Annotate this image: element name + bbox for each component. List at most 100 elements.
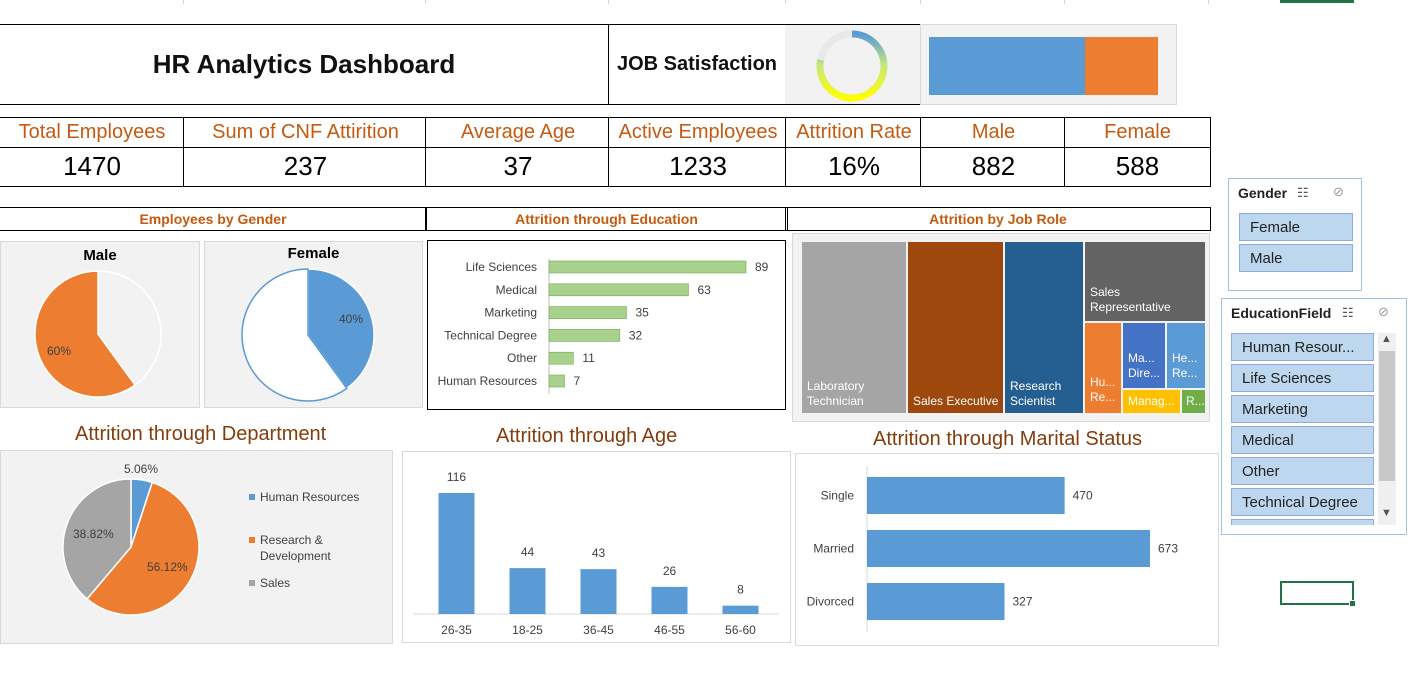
category-label: Marketing — [484, 306, 537, 320]
bar[interactable] — [548, 374, 565, 388]
bar[interactable] — [867, 477, 1065, 514]
bar[interactable] — [867, 530, 1150, 567]
category-label: Technical Degree — [444, 328, 537, 342]
slicer-item-technical-degree[interactable]: Technical Degree — [1231, 488, 1374, 516]
marital-bar-chart[interactable]: Single 470 Married 673 Divorced 327 — [795, 453, 1219, 646]
category-label: Other — [507, 351, 537, 365]
dept-label-sales: 38.82% — [73, 527, 114, 541]
data-label: 8 — [737, 583, 744, 597]
department-chart-title: Attrition through Department — [75, 423, 327, 445]
data-label: 7 — [573, 374, 580, 388]
section-employees-by-gender: Employees by Gender — [0, 207, 427, 231]
gender-slicer[interactable]: Gender ☷ ⊘ Female Male — [1228, 178, 1362, 291]
slicer-item-female[interactable]: Female — [1239, 213, 1353, 241]
bar[interactable] — [722, 605, 759, 614]
clear-filter-icon[interactable]: ⊘ — [1333, 184, 1344, 200]
education-slicer[interactable]: EducationField ☷ ⊘ Human Resour... Life … — [1221, 298, 1407, 535]
slicer-scrollbar[interactable]: ▲ ▼ — [1378, 333, 1396, 525]
kpi-total-employees-value: 1470 — [0, 146, 184, 187]
treemap-research-scientist[interactable]: Research Scientist — [1005, 242, 1083, 413]
data-label: 470 — [1073, 489, 1093, 503]
kpi-cnf-attrition-label: Sum of CNF Attirition — [183, 117, 427, 148]
age-column-chart[interactable]: 116 26-35 44 18-25 43 36-45 26 46-55 8 56-60 — [402, 451, 791, 643]
treemap-research-director[interactable]: R... — [1182, 390, 1205, 413]
data-label: 11 — [582, 351, 595, 365]
category-label: Human Resources — [438, 374, 537, 388]
scroll-up-icon[interactable]: ▲ — [1381, 333, 1392, 345]
female-pie-chart[interactable]: Female 40% — [204, 241, 423, 408]
legend-item-sales: Sales — [249, 575, 359, 591]
data-label: 116 — [447, 470, 466, 484]
bar[interactable] — [548, 260, 747, 274]
job-satisfaction-gauge[interactable] — [785, 24, 921, 105]
kpi-female-value: 588 — [1064, 146, 1211, 187]
multi-select-icon[interactable]: ☷ — [1297, 185, 1309, 201]
treemap-laboratory-technician[interactable]: Laboratory Technician — [802, 242, 906, 413]
bar[interactable] — [867, 583, 1005, 620]
legend-item-hr: Human Resources — [249, 489, 359, 532]
bar[interactable] — [548, 329, 621, 342]
job-role-treemap[interactable]: Laboratory Technician Sales Executive Re… — [792, 233, 1210, 422]
data-label: 673 — [1158, 542, 1178, 556]
data-label: 26 — [663, 564, 677, 578]
clear-filter-icon[interactable]: ⊘ — [1378, 304, 1389, 320]
treemap-healthcare-representative[interactable]: He... Re... — [1167, 323, 1205, 388]
data-label: 327 — [1013, 595, 1033, 609]
bar[interactable] — [580, 569, 617, 614]
fill-handle[interactable] — [1349, 600, 1356, 607]
dept-legend: Human Resources Research & Development S… — [249, 489, 359, 591]
treemap-manager[interactable]: Manag... — [1123, 390, 1180, 413]
bar[interactable] — [548, 283, 689, 297]
bar-orange-segment — [1085, 37, 1158, 95]
treemap-sales-executive[interactable]: Sales Executive — [908, 242, 1003, 413]
legend-label: Human Resources — [260, 490, 360, 504]
treemap-label: Manag... — [1128, 394, 1175, 408]
slicer-item-other[interactable]: Other — [1231, 457, 1374, 485]
gender-slicer-title: Gender — [1238, 185, 1288, 201]
slicer-item-male[interactable]: Male — [1239, 244, 1353, 272]
bar-blue-segment — [929, 37, 1085, 95]
age-chart-title: Attrition through Age — [496, 425, 678, 447]
education-bar-chart[interactable]: Life Sciences 89 Medical 63 Marketing 35 Techn… — [427, 240, 786, 410]
kpi-female-label: Female — [1064, 117, 1211, 148]
category-label: 18-25 — [512, 623, 543, 637]
scroll-down-icon[interactable]: ▼ — [1381, 507, 1392, 519]
kpi-male-label: Male — [920, 117, 1066, 148]
marital-chart-title: Attrition through Marital Status — [873, 428, 1143, 450]
bar[interactable] — [438, 493, 475, 614]
bar[interactable] — [509, 568, 546, 614]
selected-cell[interactable] — [1280, 581, 1356, 607]
scroll-thumb[interactable] — [1379, 351, 1395, 481]
slicer-item-human-resources[interactable]: Human Resour... — [1231, 333, 1374, 361]
treemap-sales-representative[interactable]: Sales Representative — [1085, 242, 1205, 321]
dept-label-hr: 5.06% — [124, 462, 159, 476]
category-label: 56-60 — [725, 623, 756, 637]
treemap-label: R... — [1186, 394, 1205, 408]
kpi-active-employees-label: Active Employees — [608, 117, 787, 148]
slicer-item-partial — [1231, 519, 1374, 525]
slicer-item-life-sciences[interactable]: Life Sciences — [1231, 364, 1374, 392]
data-label: 43 — [592, 546, 606, 560]
kpi-cnf-attrition-value: 237 — [183, 146, 427, 187]
multi-select-icon[interactable]: ☷ — [1342, 305, 1354, 321]
legend-label: Research & Development — [260, 533, 331, 563]
bar[interactable] — [548, 306, 627, 319]
data-label: 35 — [635, 306, 649, 320]
treemap-manufacturing-director[interactable]: Ma... Dire... — [1123, 323, 1165, 388]
legend-swatch — [249, 580, 255, 586]
male-pie-chart[interactable]: Male 60% — [0, 241, 200, 408]
kpi-male-value: 882 — [920, 146, 1066, 187]
bar[interactable] — [548, 351, 574, 365]
slicer-item-marketing[interactable]: Marketing — [1231, 395, 1374, 423]
kpi-average-age-label: Average Age — [425, 117, 610, 148]
data-label: 44 — [521, 545, 535, 559]
legend-item-rd: Research & Development — [249, 532, 345, 575]
treemap-label: Research Scientist — [1010, 379, 1062, 408]
department-pie-chart[interactable]: 5.06% 38.82% 56.12% Human Resources Rese… — [0, 450, 393, 644]
job-satisfaction-bar[interactable] — [920, 24, 1177, 105]
dept-label-rd: 56.12% — [147, 560, 188, 574]
treemap-human-resources[interactable]: Hu... Re... — [1085, 323, 1121, 413]
slicer-item-medical[interactable]: Medical — [1231, 426, 1374, 454]
bar[interactable] — [651, 586, 688, 614]
treemap-label: Hu... Re... — [1090, 375, 1116, 404]
